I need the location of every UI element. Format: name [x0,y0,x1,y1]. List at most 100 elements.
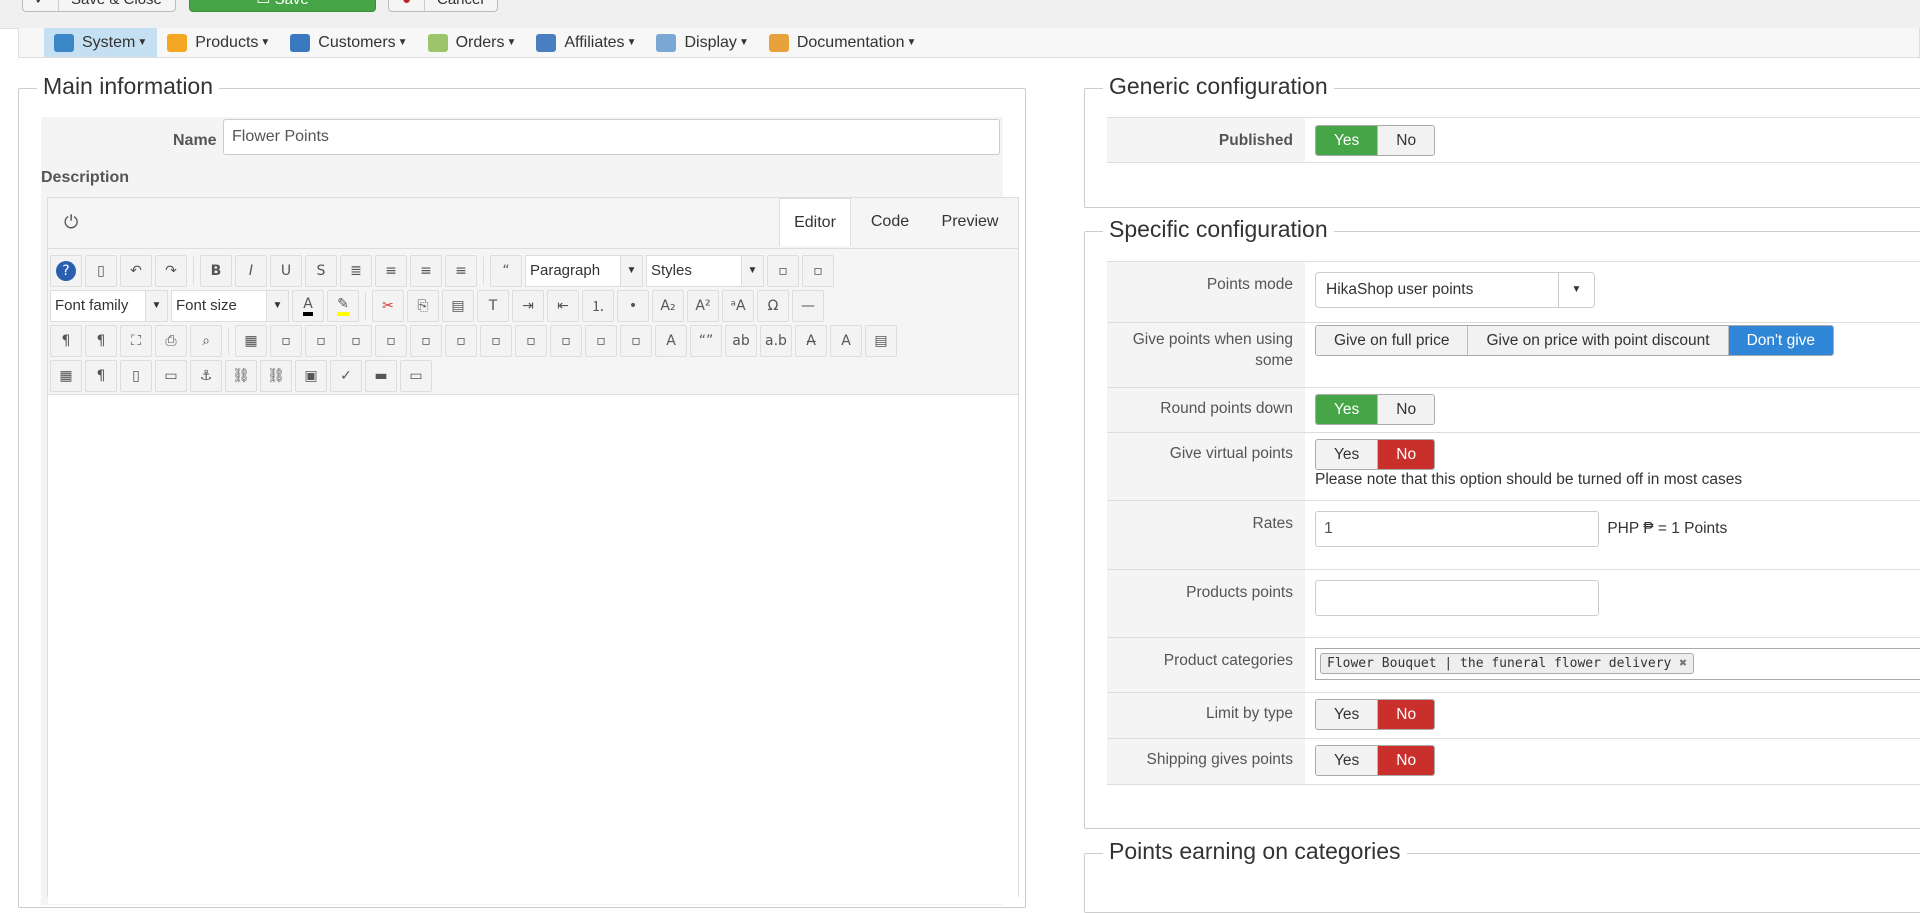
menu-customers[interactable]: Customers ▼ [280,28,417,57]
font-color-icon[interactable]: A [292,289,324,322]
insert-row-before-icon[interactable]: ▫ [375,324,407,357]
virtual-no[interactable]: No [1377,440,1435,469]
copy-icon[interactable]: ⎘ [407,289,439,322]
rates-input[interactable] [1315,511,1599,547]
italic-icon[interactable]: I [235,254,267,287]
pagebreak-icon[interactable]: ▭ [155,359,187,392]
shipping-points-toggle[interactable]: Yes No [1315,745,1436,776]
font-family-select[interactable]: Font family ▼ [50,289,168,322]
abbr-icon[interactable]: ab [725,324,757,357]
highlight-color-icon[interactable]: ✎ [327,289,359,322]
eraser-icon[interactable]: ▫ [767,254,799,287]
tab-preview[interactable]: Preview [932,198,1008,246]
round-yes[interactable]: Yes [1316,395,1378,424]
del-icon[interactable]: A̶ [795,324,827,357]
limit-yes[interactable]: Yes [1316,700,1378,729]
round-points-toggle[interactable]: Yes No [1315,394,1436,425]
published-yes[interactable]: Yes [1316,126,1378,155]
save-close-button[interactable]: ✓Save & Close [22,0,176,12]
cell-props-icon[interactable]: ▫ [340,324,372,357]
blockquote-icon[interactable]: “ [490,254,522,287]
styles-select[interactable]: Styles ▼ [646,254,764,287]
limit-no[interactable]: No [1377,700,1435,729]
anchor-icon[interactable]: ⚓ [190,359,222,392]
delete-table-icon[interactable]: ▫ [270,324,302,357]
cut-icon[interactable]: ✂ [372,289,404,322]
outdent-icon[interactable]: ⇤ [547,289,579,322]
show-blocks-icon[interactable]: ¶ [85,359,117,392]
spellcheck-icon[interactable]: ✓ [330,359,362,392]
published-no[interactable]: No [1377,126,1435,155]
shipping-no[interactable]: No [1377,746,1435,775]
subscript-icon[interactable]: A₂ [652,289,684,322]
font-size-select[interactable]: Font size ▼ [171,289,289,322]
insert-col-before-icon[interactable]: ▫ [480,324,512,357]
insert-col-after-icon[interactable]: ▫ [515,324,547,357]
paste-text-icon[interactable]: T [477,289,509,322]
redo-icon[interactable]: ↷ [155,254,187,287]
bullet-list-icon[interactable]: • [617,289,649,322]
strikethrough-icon[interactable]: S [305,254,337,287]
rtl-icon[interactable]: ¶ [85,324,117,357]
menu-orders[interactable]: Orders ▼ [418,28,527,57]
undo-icon[interactable]: ↶ [120,254,152,287]
tab-code[interactable]: Code [853,198,927,246]
limit-type-toggle[interactable]: Yes No [1315,699,1436,730]
underline-icon[interactable]: U [270,254,302,287]
cleanup-icon[interactable]: ▫ [802,254,834,287]
align-left-icon[interactable]: ≡ [410,254,442,287]
save-button[interactable]: ▭ Save [189,0,376,12]
visual-aid-icon[interactable]: ▦ [50,359,82,392]
numbered-list-icon[interactable]: ⒈ [582,289,614,322]
special-char-icon[interactable]: Ω [757,289,789,322]
justify-icon[interactable]: ≣ [340,254,372,287]
quote-icon[interactable]: “” [690,324,722,357]
merge-cells-icon[interactable]: ▫ [620,324,652,357]
tab-editor[interactable]: Editor [779,198,851,246]
products-points-input[interactable] [1315,580,1599,616]
superscript-icon[interactable]: A² [687,289,719,322]
format-select[interactable]: Paragraph ▼ [525,254,643,287]
virtual-yes[interactable]: Yes [1316,440,1378,469]
article-icon[interactable]: ▭ [400,359,432,392]
menu-products[interactable]: Products ▼ [157,28,280,57]
indent-icon[interactable]: ⇥ [512,289,544,322]
paste-icon[interactable]: ▤ [442,289,474,322]
menu-system[interactable]: System ▼ [44,28,158,57]
give-price-discount[interactable]: Give on price with point discount [1467,326,1728,355]
give-full-price[interactable]: Give on full price [1316,326,1468,355]
insert-row-after-icon[interactable]: ▫ [410,324,442,357]
link-icon[interactable]: ⛓ [260,359,292,392]
menu-display[interactable]: Display ▼ [646,28,758,57]
shipping-yes[interactable]: Yes [1316,746,1378,775]
align-center-icon[interactable]: ≡ [375,254,407,287]
power-icon[interactable]: ⏻ [64,212,78,233]
help-icon[interactable]: ? [50,254,82,287]
table-icon[interactable]: ▦ [235,324,267,357]
style-props-icon[interactable]: A [655,324,687,357]
ltr-icon[interactable]: ¶ [50,324,82,357]
attributes-icon[interactable]: ▤ [865,324,897,357]
remove-icon[interactable]: ✖ [1679,656,1687,671]
menu-affiliates[interactable]: Affiliates ▼ [526,28,646,57]
give-points-options[interactable]: Give on full price Give on price with poi… [1315,325,1835,356]
unlink-icon[interactable]: ⛓ [225,359,257,392]
horizontal-rule-icon[interactable]: — [792,289,824,322]
delete-row-icon[interactable]: ▫ [445,324,477,357]
image-icon[interactable]: ▣ [295,359,327,392]
bold-icon[interactable]: B [200,254,232,287]
product-categories-input[interactable]: Flower Bouquet | the funeral flower deli… [1315,648,1920,680]
round-no[interactable]: No [1377,395,1435,424]
published-toggle[interactable]: Yes No [1315,125,1436,156]
cancel-button[interactable]: ●Cancel [388,0,498,12]
split-cells-icon[interactable]: ▫ [585,324,617,357]
case-icon[interactable]: ᵃA [722,289,754,322]
virtual-points-toggle[interactable]: Yes No [1315,439,1436,470]
menu-documentation[interactable]: Documentation ▼ [759,28,927,57]
name-input[interactable] [223,119,1000,155]
points-mode-select[interactable]: HikaShop user points ▼ [1315,272,1595,308]
dont-give[interactable]: Don't give [1727,326,1834,355]
align-right-icon[interactable]: ≡ [445,254,477,287]
find-icon[interactable]: ⌕ [190,324,222,357]
new-document-icon[interactable]: ▯ [85,254,117,287]
